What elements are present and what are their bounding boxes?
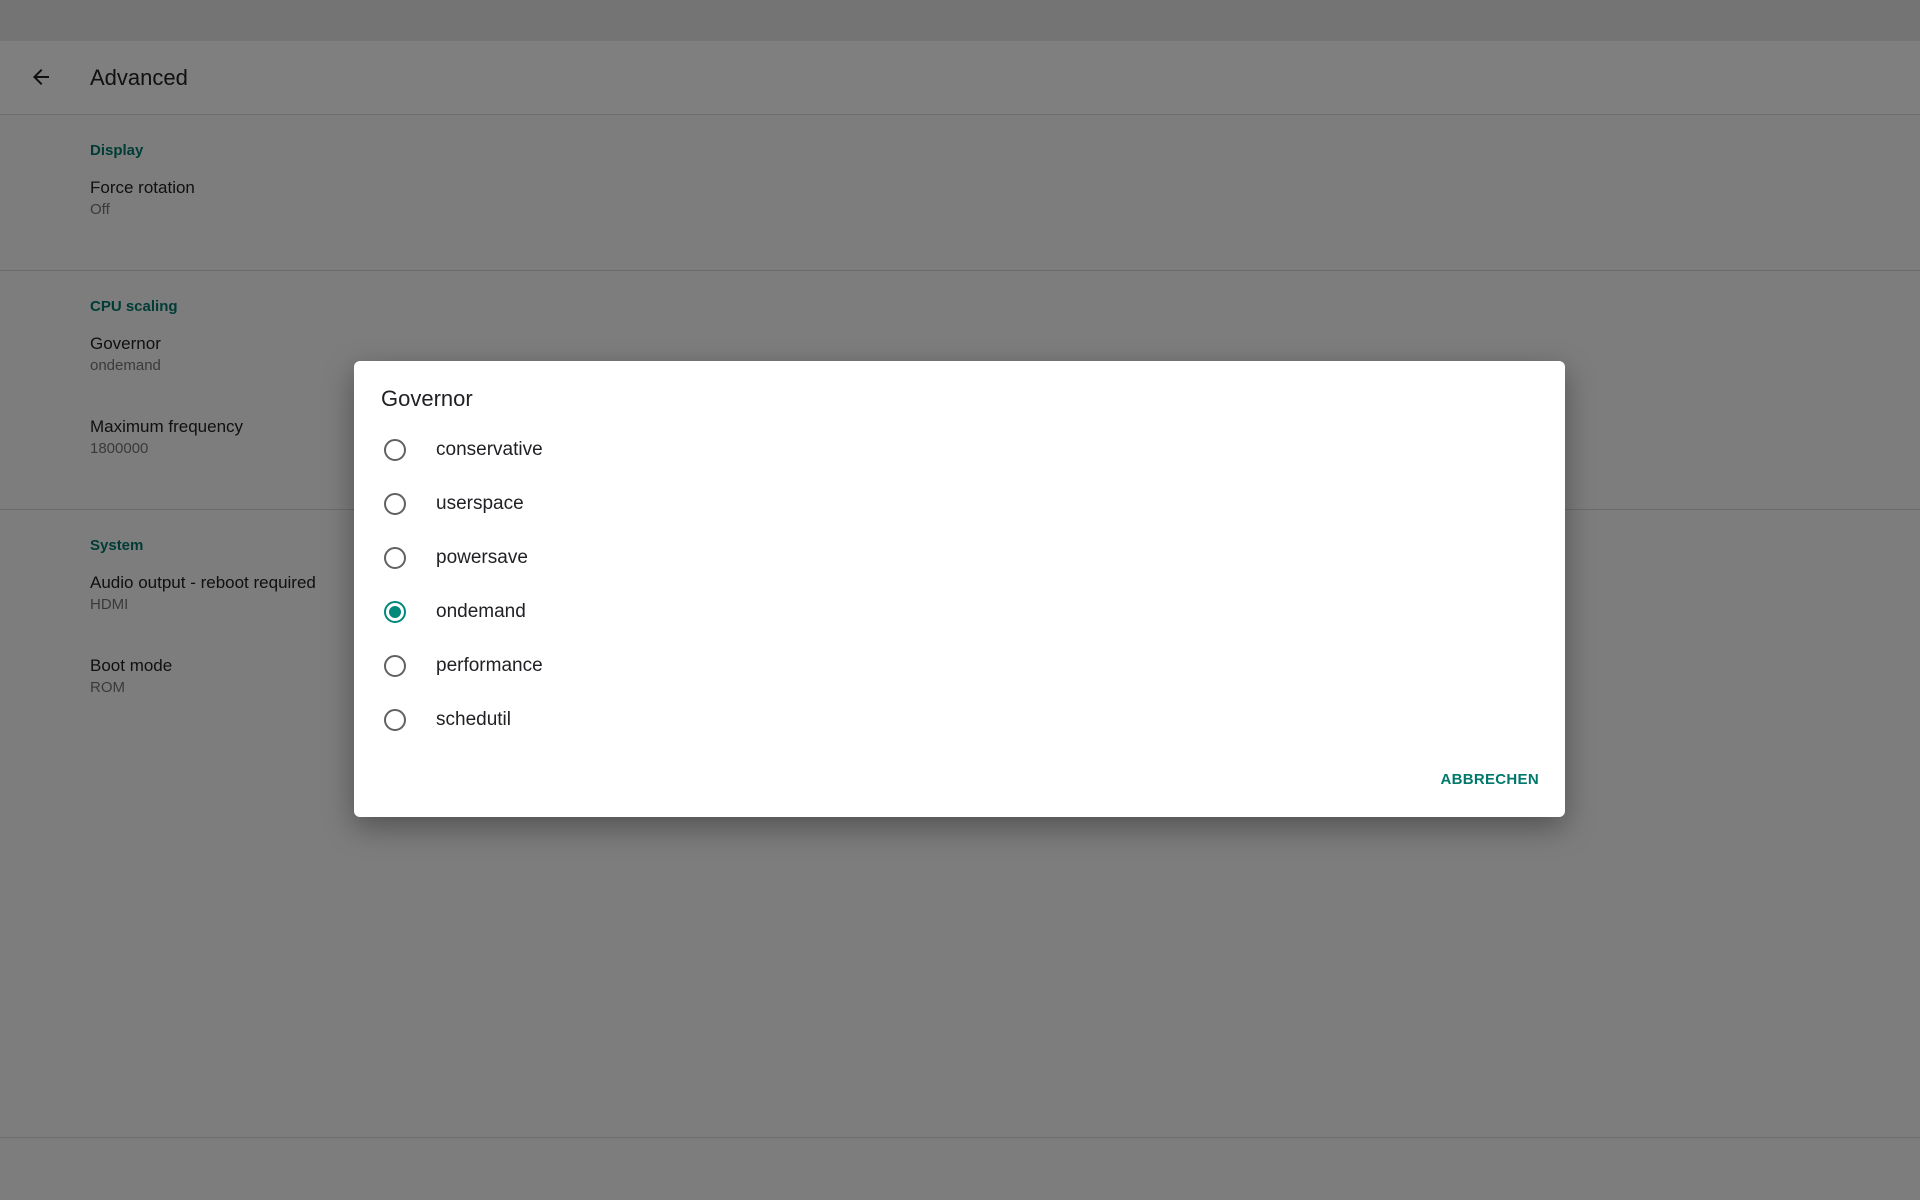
option-label: ondemand	[436, 601, 526, 622]
radio-unchecked-icon[interactable]	[384, 655, 406, 677]
governor-dialog: Governor conservative userspace powersav…	[354, 361, 1565, 817]
option-label: powersave	[436, 547, 528, 568]
option-label: conservative	[436, 439, 543, 460]
radio-unchecked-icon[interactable]	[384, 493, 406, 515]
option-conservative[interactable]: conservative	[354, 423, 1565, 477]
cancel-button[interactable]: ABBRECHEN	[1440, 771, 1539, 788]
option-label: schedutil	[436, 709, 511, 730]
option-performance[interactable]: performance	[354, 639, 1565, 693]
radio-checked-icon[interactable]	[384, 601, 406, 623]
radio-unchecked-icon[interactable]	[384, 439, 406, 461]
radio-group: conservative userspace powersave ondeman…	[354, 423, 1565, 747]
option-powersave[interactable]: powersave	[354, 531, 1565, 585]
radio-unchecked-icon[interactable]	[384, 709, 406, 731]
option-ondemand[interactable]: ondemand	[354, 585, 1565, 639]
option-userspace[interactable]: userspace	[354, 477, 1565, 531]
dialog-title: Governor	[381, 386, 473, 411]
option-label: userspace	[436, 493, 524, 514]
option-schedutil[interactable]: schedutil	[354, 693, 1565, 747]
option-label: performance	[436, 655, 543, 676]
radio-unchecked-icon[interactable]	[384, 547, 406, 569]
screen: Advanced Display Force rotation Off CPU …	[0, 0, 1920, 1200]
